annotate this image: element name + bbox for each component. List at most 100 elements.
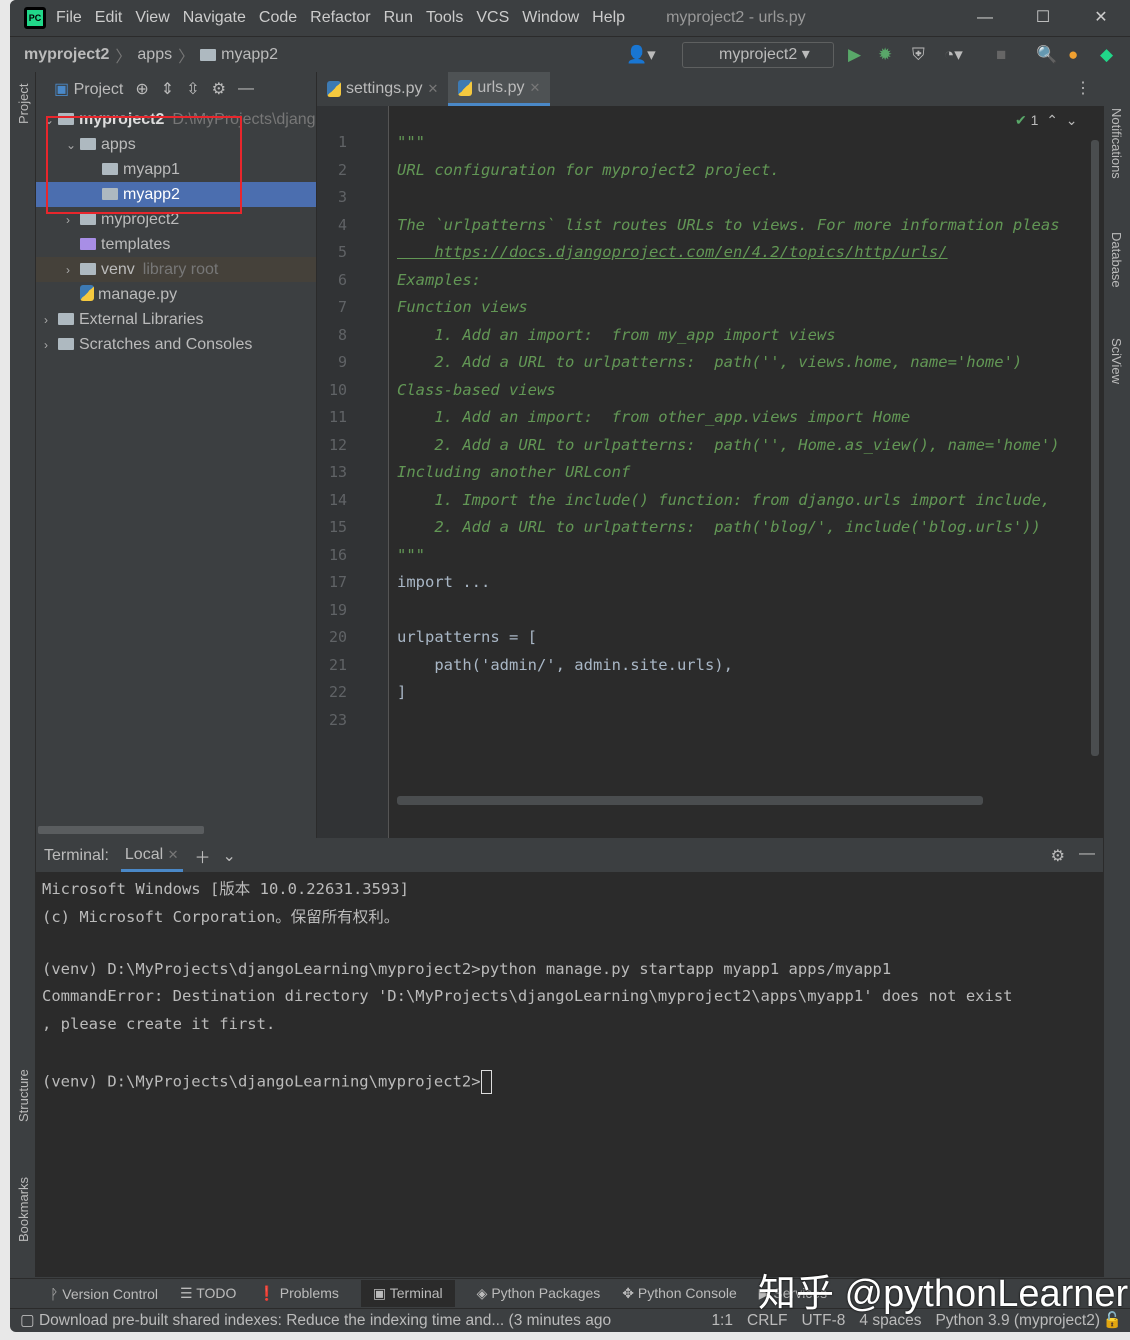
- terminal-label: Terminal:: [44, 847, 109, 864]
- folder-icon: [200, 48, 217, 61]
- terminal-tab-local[interactable]: Local ✕: [120, 841, 183, 872]
- menu-item-edit[interactable]: Edit: [95, 9, 123, 26]
- run-icon[interactable]: ▶: [848, 45, 861, 65]
- line-number: 9: [337, 353, 347, 371]
- folder-icon: [80, 263, 96, 275]
- chevron-icon[interactable]: ›: [44, 333, 58, 358]
- structure-tool-tab[interactable]: Structure: [16, 1069, 31, 1122]
- tree-item[interactable]: › External Libraries: [36, 307, 316, 332]
- locate-icon[interactable]: ⊕: [135, 79, 148, 99]
- terminal-tab[interactable]: ▣ Terminal: [360, 1280, 455, 1307]
- close-button[interactable]: ✕: [1072, 0, 1130, 36]
- tree-item[interactable]: manage.py: [36, 282, 316, 307]
- menu-item-refactor[interactable]: Refactor: [310, 9, 370, 26]
- vertical-scrollbar[interactable]: [1091, 140, 1099, 756]
- editor-tabs: settings.py ✕ urls.py ✕: [317, 72, 1104, 106]
- problems-tab[interactable]: ❗ Problems: [258, 1285, 338, 1302]
- todo-tab[interactable]: ☰ TODO: [180, 1285, 236, 1302]
- menu-item-view[interactable]: View: [135, 9, 169, 26]
- gear-icon[interactable]: ⚙: [1051, 846, 1065, 866]
- pycharm-logo-icon: PC: [24, 7, 46, 29]
- tree-item[interactable]: › venv library root: [36, 257, 316, 282]
- caret-position[interactable]: 1:1: [711, 1312, 733, 1330]
- chevron-icon[interactable]: ›: [44, 308, 58, 333]
- more-tabs-icon[interactable]: ⋮: [1075, 78, 1091, 98]
- profile-icon[interactable]: ◔▾: [944, 45, 963, 65]
- project-view-select[interactable]: ▣ Project: [54, 79, 123, 99]
- close-tab-icon[interactable]: ✕: [530, 71, 541, 105]
- horizontal-scrollbar[interactable]: [397, 796, 983, 805]
- hide-icon[interactable]: —: [1079, 845, 1095, 863]
- collapse-all-icon[interactable]: ⇳: [186, 79, 199, 99]
- python-console-tab[interactable]: ✥ Python Console: [622, 1285, 736, 1302]
- notifications-tool-tab[interactable]: Notifications: [1109, 108, 1124, 179]
- new-terminal-icon[interactable]: ＋: [195, 844, 211, 868]
- line-number: 5: [337, 243, 347, 261]
- run-configuration-select[interactable]: myproject2 ▾: [682, 42, 834, 68]
- folder-icon: [80, 238, 96, 250]
- gear-icon[interactable]: ⚙: [212, 79, 226, 99]
- tree-item-hint: library root: [142, 261, 219, 278]
- breadcrumb-project[interactable]: myproject2: [24, 46, 109, 64]
- menu-item-help[interactable]: Help: [592, 9, 625, 26]
- user-icon[interactable]: 👤▾: [626, 45, 656, 65]
- code-line: ]: [397, 683, 407, 701]
- line-number: 1: [337, 133, 347, 151]
- coverage-icon[interactable]: ⛨: [912, 45, 925, 65]
- code-with-me-icon[interactable]: ◆: [1100, 45, 1113, 65]
- bookmarks-tool-tab[interactable]: Bookmarks: [16, 1177, 31, 1242]
- maximize-button[interactable]: ☐: [1014, 0, 1072, 36]
- project-tree: › Scratches and Consoles › External Librari…: [36, 106, 469, 838]
- database-tool-tab[interactable]: Database: [1109, 232, 1124, 288]
- folder-icon: [58, 338, 74, 350]
- window-title: myproject2 - urls.py: [666, 9, 806, 26]
- menu-item-vcs[interactable]: VCS: [476, 9, 509, 26]
- terminal-panel: Terminal: Local ✕ ＋ ⌄ ⚙ — Microsoft Wind…: [36, 840, 1103, 1277]
- project-panel-header: ▣ Project ⊕ ⇕ ⇳ ⚙ —: [36, 72, 316, 106]
- menu-item-window[interactable]: Window: [522, 9, 579, 26]
- tab-urls-py[interactable]: urls.py ✕: [448, 71, 551, 106]
- menu-item-file[interactable]: File: [56, 9, 82, 26]
- search-icon[interactable]: 🔍: [1036, 45, 1057, 65]
- code-line: 2. Add a URL to urlpatterns: path('blog/…: [397, 518, 1041, 536]
- python-file-icon: [80, 285, 94, 301]
- inspection-widget[interactable]: ✔ 1 ⌃ ⌄: [1015, 112, 1077, 129]
- line-number: 6: [337, 270, 347, 289]
- tab-settings-py[interactable]: settings.py ✕: [317, 72, 448, 106]
- code-line: Including another URLconf: [397, 463, 631, 481]
- breadcrumb-myapp2[interactable]: myapp2: [221, 46, 278, 64]
- tree-item[interactable]: › Scratches and Consoles: [36, 332, 316, 357]
- update-icon[interactable]: ●: [1068, 45, 1078, 65]
- terminal-line: (c) Microsoft Corporation。保留所有权利。: [42, 907, 400, 926]
- tree-item[interactable]: templates: [36, 232, 316, 257]
- close-tab-icon[interactable]: ✕: [427, 72, 438, 106]
- version-control-tab[interactable]: ᚹ Version Control: [50, 1286, 158, 1302]
- horizontal-scrollbar[interactable]: [38, 826, 204, 834]
- terminal-line: (venv) D:\MyProjects\djangoLearning\mypr…: [42, 959, 892, 978]
- line-number: 15: [328, 518, 347, 536]
- chevron-down-icon[interactable]: ⌄: [223, 846, 236, 866]
- code-line: """: [397, 133, 425, 151]
- chevron-icon[interactable]: ›: [66, 258, 80, 283]
- menu-item-run[interactable]: Run: [384, 9, 413, 26]
- line-number: 21: [328, 655, 347, 674]
- expand-all-icon[interactable]: ⇕: [161, 79, 174, 99]
- python-file-icon: [458, 79, 473, 96]
- stop-icon[interactable]: ■: [996, 45, 1006, 65]
- menu-item-tools[interactable]: Tools: [426, 9, 463, 26]
- watermark: 知乎 @pythonLearner: [758, 1273, 1129, 1315]
- hide-icon[interactable]: —: [238, 80, 254, 98]
- sciview-tool-tab[interactable]: SciView: [1109, 338, 1124, 384]
- minimize-button[interactable]: —: [956, 0, 1014, 36]
- status-message[interactable]: ▢ Download pre-built shared indexes: Red…: [20, 1311, 611, 1330]
- code-line: Function views: [397, 298, 528, 316]
- menu-item-code[interactable]: Code: [259, 9, 297, 26]
- menu-item-navigate[interactable]: Navigate: [183, 9, 246, 26]
- python-packages-tab[interactable]: ◈ Python Packages: [477, 1285, 601, 1302]
- line-number: 13: [328, 463, 347, 481]
- breadcrumb-apps[interactable]: apps: [137, 46, 172, 64]
- project-tool-tab[interactable]: Project: [16, 84, 31, 124]
- code-line: URL configuration for myproject2 project…: [397, 160, 780, 179]
- debug-icon[interactable]: ✹: [878, 45, 892, 65]
- terminal-cursor: [480, 1069, 492, 1094]
